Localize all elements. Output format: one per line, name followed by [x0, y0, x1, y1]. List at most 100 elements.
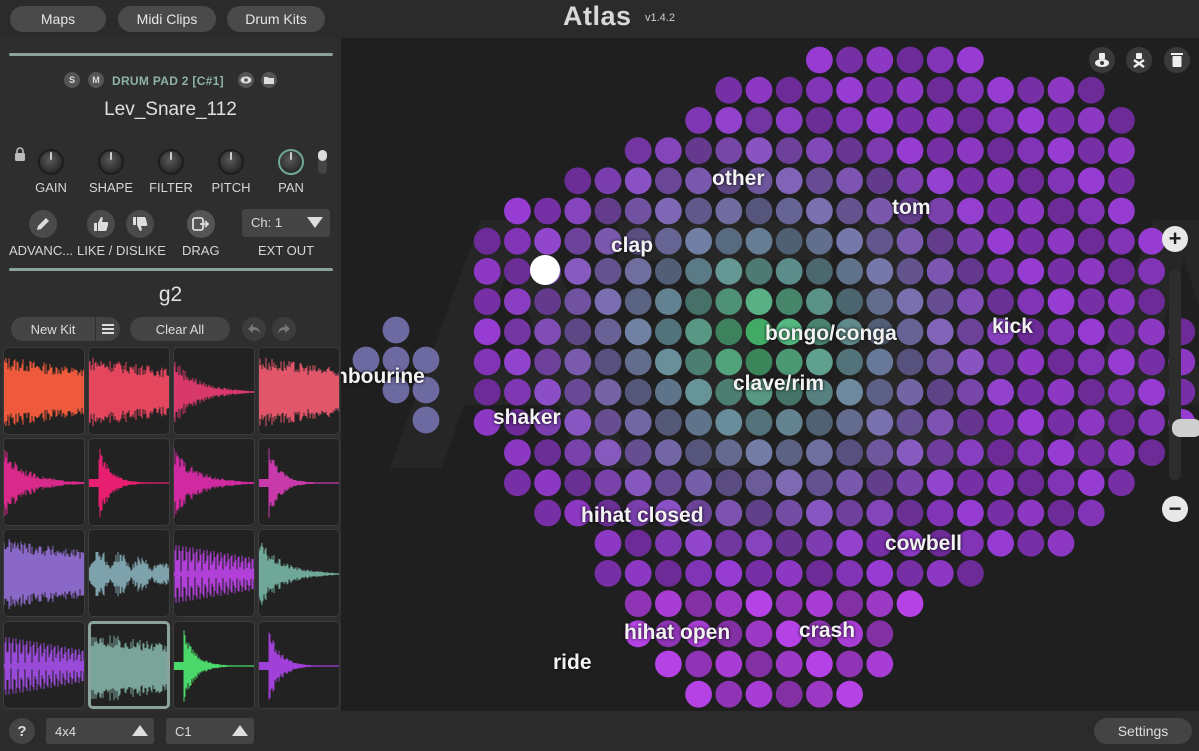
sample-dot[interactable]	[957, 348, 984, 376]
sample-dot[interactable]	[534, 348, 561, 376]
drag-icon[interactable]	[187, 210, 215, 238]
zoom-slider-thumb[interactable]	[1172, 419, 1199, 437]
sample-dot[interactable]	[926, 469, 954, 497]
sample-dot[interactable]	[957, 318, 984, 346]
sample-dot[interactable]	[775, 409, 803, 436]
sample-dot[interactable]	[655, 469, 682, 497]
sample-dot[interactable]	[866, 167, 894, 195]
sample-dot[interactable]	[1077, 227, 1105, 255]
sample-dot[interactable]	[1108, 227, 1135, 255]
sample-dot[interactable]	[775, 258, 803, 285]
sample-dot[interactable]	[806, 76, 833, 104]
sample-dot[interactable]	[1047, 197, 1075, 225]
sample-dot[interactable]	[896, 258, 924, 285]
sample-dot[interactable]	[1138, 409, 1165, 436]
pencil-icon[interactable]	[29, 210, 57, 238]
thumbs-down-icon[interactable]	[126, 210, 154, 238]
channel-select[interactable]: Ch: 1	[242, 209, 330, 237]
sample-dot[interactable]	[624, 258, 652, 285]
sample-dot[interactable]	[1017, 499, 1045, 527]
sample-dot[interactable]	[1108, 107, 1135, 134]
sample-dot[interactable]	[655, 197, 682, 225]
sample-dot[interactable]	[715, 288, 743, 315]
sample-dot[interactable]	[926, 137, 954, 164]
sample-dot[interactable]	[655, 137, 682, 164]
sample-dot[interactable]	[715, 590, 743, 617]
sample-dot[interactable]	[896, 76, 924, 104]
sample-dot[interactable]	[655, 348, 682, 376]
sample-dot[interactable]	[806, 258, 833, 285]
sample-dot[interactable]	[1017, 288, 1045, 315]
sample-dot[interactable]	[1108, 378, 1135, 406]
shape-knob[interactable]	[98, 149, 124, 175]
sample-dot[interactable]	[473, 348, 501, 376]
sample-dot[interactable]	[926, 76, 954, 104]
sample-dot[interactable]	[775, 439, 803, 466]
sample-dot[interactable]	[987, 469, 1014, 497]
sample-dot[interactable]	[715, 318, 743, 346]
sample-dot[interactable]	[504, 288, 531, 315]
tab-midi-clips[interactable]: Midi Clips	[118, 6, 216, 32]
sample-dot[interactable]	[1108, 258, 1135, 285]
sample-dot[interactable]	[866, 137, 894, 164]
sample-dot[interactable]	[1077, 107, 1105, 134]
sample-dot[interactable]	[1047, 137, 1075, 164]
drum-pad[interactable]	[3, 529, 85, 617]
sample-dot[interactable]	[1047, 288, 1075, 315]
sample-dot[interactable]	[1017, 167, 1045, 195]
sample-dot[interactable]	[866, 258, 894, 285]
sample-dot[interactable]	[1108, 167, 1135, 195]
sample-dot[interactable]	[564, 439, 592, 466]
filter-knob[interactable]	[158, 149, 184, 175]
sample-dot[interactable]	[715, 469, 743, 497]
sample-dot[interactable]	[775, 590, 803, 617]
sample-dot[interactable]	[1047, 409, 1075, 436]
sample-dot[interactable]	[1017, 137, 1045, 164]
sample-dot[interactable]	[806, 46, 833, 74]
sample-dot[interactable]	[685, 107, 712, 134]
sample-dot[interactable]	[896, 348, 924, 376]
sample-dot[interactable]	[866, 499, 894, 527]
sample-dot[interactable]	[624, 409, 652, 436]
sample-dot[interactable]	[896, 137, 924, 164]
drum-pad[interactable]	[88, 347, 170, 435]
sample-dot[interactable]	[957, 137, 984, 164]
sample-dot[interactable]	[896, 227, 924, 255]
redo-icon[interactable]	[272, 317, 296, 341]
sample-dot[interactable]	[1108, 318, 1135, 346]
sample-dot[interactable]	[655, 167, 682, 195]
sample-dot[interactable]	[775, 560, 803, 587]
sample-dot[interactable]	[624, 137, 652, 164]
sample-dot[interactable]	[564, 167, 592, 195]
drum-pad[interactable]	[88, 621, 170, 709]
sample-dot[interactable]	[836, 137, 863, 164]
sample-dot[interactable]	[896, 378, 924, 406]
sample-dot[interactable]	[594, 258, 622, 285]
sample-dot[interactable]	[836, 590, 863, 617]
sample-dot[interactable]	[987, 76, 1014, 104]
sample-dot[interactable]	[1047, 76, 1075, 104]
sample-dot[interactable]	[504, 348, 531, 376]
sample-dot[interactable]	[896, 439, 924, 466]
sample-dot[interactable]	[775, 197, 803, 225]
eye-lock-icon[interactable]	[1089, 47, 1115, 73]
sample-dot[interactable]	[775, 499, 803, 527]
sample-dot[interactable]	[564, 197, 592, 225]
sample-dot[interactable]	[1017, 469, 1045, 497]
sample-dot[interactable]	[715, 107, 743, 134]
sample-dot[interactable]	[534, 499, 561, 527]
tab-maps[interactable]: Maps	[10, 6, 106, 32]
sample-dot[interactable]	[624, 197, 652, 225]
sample-dot[interactable]	[534, 439, 561, 466]
sample-dot[interactable]	[926, 318, 954, 346]
sample-dot[interactable]	[1108, 348, 1135, 376]
sample-dot[interactable]	[926, 107, 954, 134]
sample-dot[interactable]	[987, 258, 1014, 285]
sample-dot[interactable]	[1077, 258, 1105, 285]
sample-dot[interactable]	[957, 288, 984, 315]
eye-icon[interactable]	[238, 72, 254, 88]
sample-dot[interactable]	[957, 439, 984, 466]
sample-dot[interactable]	[412, 406, 440, 434]
sample-dot[interactable]	[896, 590, 924, 617]
sample-dot[interactable]	[745, 258, 773, 285]
